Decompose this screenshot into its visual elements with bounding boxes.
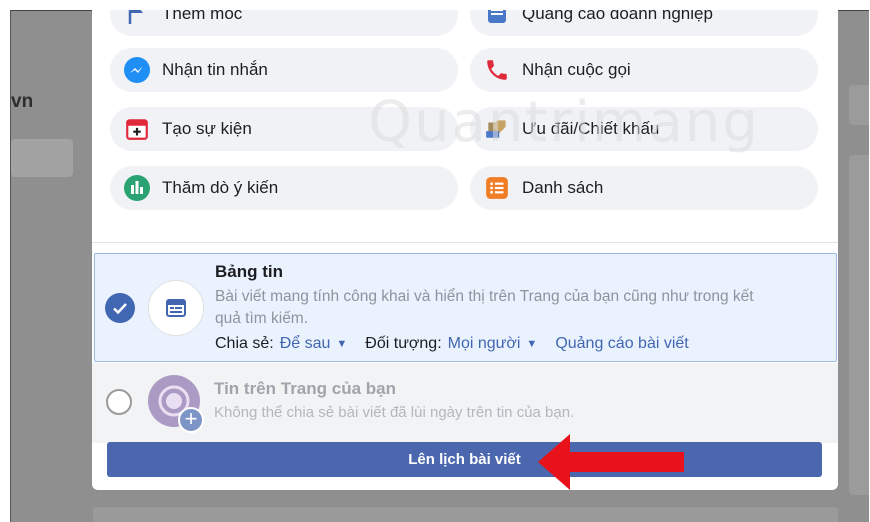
background-bar (93, 507, 838, 522)
radio-button (106, 389, 132, 415)
option-label: Danh sách (522, 178, 604, 197)
background-panel (849, 85, 869, 125)
option-list[interactable]: Danh sách (470, 166, 818, 210)
page-story-title: Tin trên Trang của bạn (214, 379, 396, 398)
share-dropdown[interactable]: Để sau (280, 335, 331, 353)
option-label: Thêm mốc (162, 10, 243, 23)
option-label: Thăm dò ý kiến (162, 178, 279, 197)
background-panel (849, 155, 869, 495)
option-label: Tạo sự kiện (162, 119, 252, 138)
create-post-dialog: Thêm mốc Quảng cáo doanh nghiệp Nhận tin… (92, 10, 838, 490)
description-line: quả tìm kiếm. (215, 310, 309, 327)
poll-icon (122, 173, 152, 203)
boost-post-link[interactable]: Quảng cáo bài viết (555, 335, 688, 353)
page-story-description: Không thể chia sẻ bài viết đã lùi ngày t… (214, 404, 575, 421)
option-get-messages[interactable]: Nhận tin nhắn (110, 48, 458, 92)
news-feed-description: Bài viết mang tính công khai và hiển thị… (215, 286, 837, 330)
option-poll[interactable]: Thăm dò ý kiến (110, 166, 458, 210)
news-feed-option[interactable]: Bảng tin Bài viết mang tính công khai và… (94, 253, 837, 362)
description-line: Bài viết mang tính công khai và hiển thị… (215, 288, 754, 305)
watermark: Quantrimang (368, 90, 760, 155)
news-feed-icon (148, 280, 204, 336)
plus-icon: + (178, 407, 204, 433)
red-arrow-icon (538, 434, 684, 490)
chevron-down-icon[interactable]: ▼ (526, 338, 537, 350)
background-input (11, 139, 73, 177)
option-label: Nhận tin nhắn (162, 60, 268, 79)
option-milestone[interactable]: Thêm mốc (110, 10, 458, 36)
divider (92, 242, 838, 243)
option-label: Quảng cáo doanh nghiệp (522, 10, 713, 23)
option-label: Nhận cuộc gọi (522, 60, 631, 79)
list-icon (482, 173, 512, 203)
checked-icon[interactable] (105, 293, 135, 323)
messenger-icon (122, 55, 152, 85)
option-business-ad[interactable]: Quảng cáo doanh nghiệp (470, 10, 818, 36)
audience-label: Đối tượng: (365, 335, 442, 352)
news-feed-title: Bảng tin (215, 262, 283, 281)
option-get-calls[interactable]: Nhận cuộc gọi (470, 48, 818, 92)
background-text: vn (11, 91, 34, 112)
business-ad-icon (482, 10, 512, 29)
flag-icon (122, 10, 152, 29)
news-feed-settings: Chia sẻ: Để sau ▼ Đối tượng: Mọi người ▼… (215, 335, 689, 353)
chevron-down-icon[interactable]: ▼ (336, 338, 347, 350)
page-story-option: + Tin trên Trang của bạn Không thể chia … (92, 363, 838, 443)
phone-icon (482, 55, 512, 85)
share-label: Chia sẻ: (215, 335, 274, 352)
calendar-plus-icon (122, 114, 152, 144)
schedule-post-button[interactable]: Lên lịch bài viết (107, 442, 822, 477)
audience-dropdown[interactable]: Mọi người (448, 335, 521, 353)
